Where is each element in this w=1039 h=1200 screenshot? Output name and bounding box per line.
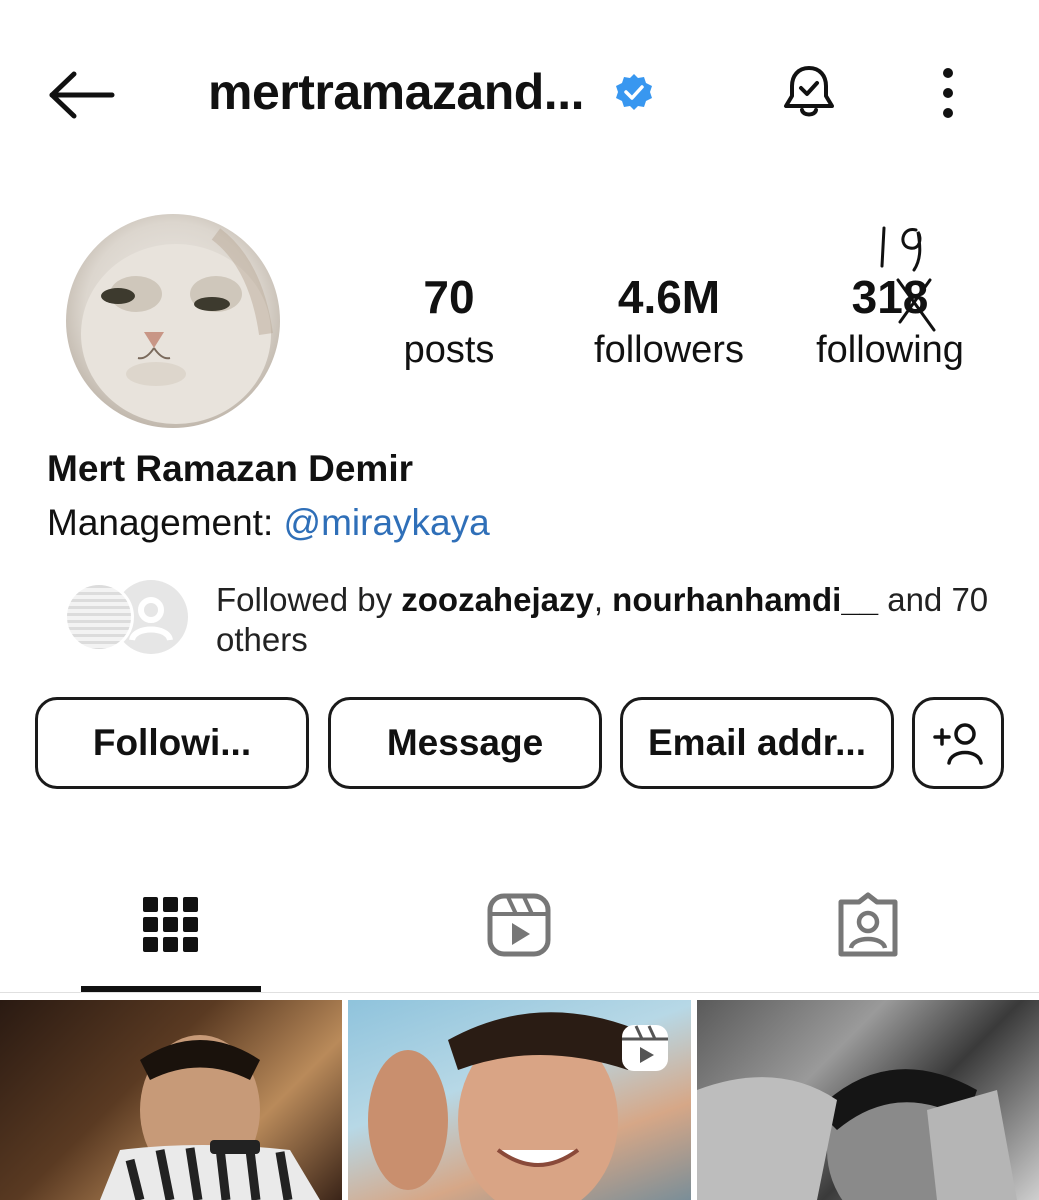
management-line: Management: @miraykaya [47, 502, 490, 544]
email-button[interactable]: Email addr... [620, 697, 894, 789]
following-button[interactable]: Followi... [35, 697, 309, 789]
management-link[interactable]: @miraykaya [284, 502, 490, 543]
cat-avatar [81, 228, 273, 424]
add-user-button[interactable] [912, 697, 1004, 789]
back-button[interactable] [44, 66, 118, 124]
message-button[interactable]: Message [328, 697, 602, 789]
arrow-left-icon [49, 71, 115, 119]
username-text: mertramazand... [208, 64, 584, 120]
posts-stat[interactable]: 70 posts [349, 268, 549, 374]
tagged-icon [838, 892, 898, 957]
posts-count: 70 [423, 271, 475, 323]
grid-icon [143, 897, 198, 952]
notifications-button[interactable] [774, 58, 844, 128]
avatar[interactable] [66, 214, 280, 428]
profile-name: Mert Ramazan Demir [47, 448, 414, 489]
mutual-user-1: zoozahejazy [401, 581, 594, 618]
tab-tagged[interactable] [818, 880, 918, 970]
following-label: following [816, 329, 964, 371]
bell-check-icon [784, 66, 834, 117]
handwritten-annotation [880, 226, 936, 332]
profile-header: mertramazand... [0, 0, 1039, 185]
post-image-3 [697, 1069, 1017, 1200]
username-title[interactable]: mertramazand... [208, 60, 654, 124]
reels-icon [487, 893, 551, 957]
post-thumbnail-3[interactable] [697, 1000, 1039, 1200]
mutual-user-2: nourhanhamdi__ [612, 581, 879, 618]
followed-by-prefix: Followed by [216, 581, 402, 618]
followed-by-text[interactable]: Followed by zoozahejazy, nourhanhamdi__ … [216, 580, 1016, 660]
mutual-avatar-1 [64, 582, 134, 652]
tab-reels[interactable] [469, 880, 569, 970]
mutual-separator: , [593, 581, 613, 618]
followers-count: 4.6M [617, 271, 721, 323]
posts-label: posts [403, 329, 495, 371]
mutual-followers-avatars[interactable] [64, 580, 190, 654]
add-person-icon [933, 723, 983, 765]
management-prefix: Management: [47, 502, 284, 543]
reel-icon [622, 1025, 668, 1071]
post-thumbnail-2[interactable] [348, 1000, 691, 1200]
verified-badge-icon [614, 72, 654, 112]
more-vertical-icon[interactable] [928, 64, 968, 122]
post-image-1 [100, 1035, 320, 1200]
post-thumbnail-1[interactable] [0, 1000, 342, 1200]
tab-divider [0, 992, 1039, 993]
followers-stat[interactable]: 4.6M followers [569, 268, 769, 374]
followers-label: followers [594, 329, 744, 371]
tab-grid[interactable] [121, 880, 221, 970]
